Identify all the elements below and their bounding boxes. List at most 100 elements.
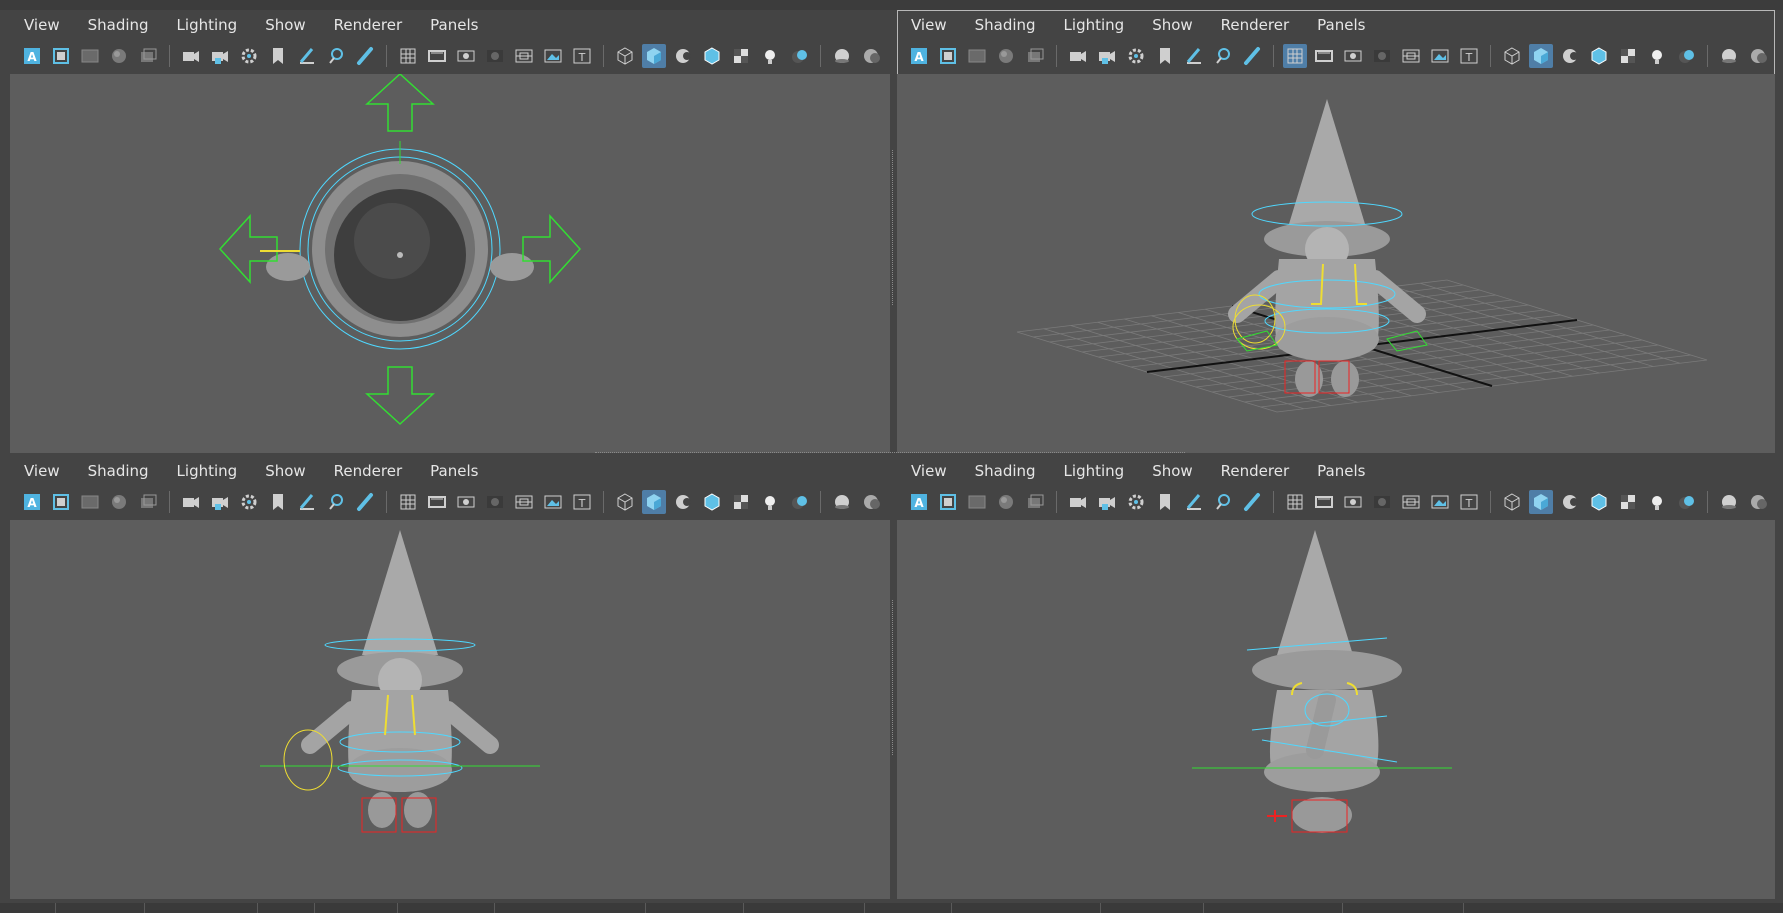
gate-mask-icon[interactable]: [483, 44, 507, 68]
bookmarks-icon[interactable]: [965, 44, 989, 68]
gate-mask-icon[interactable]: [1370, 490, 1394, 514]
shadows-icon[interactable]: [1645, 44, 1669, 68]
2d-pan-zoom-icon[interactable]: [1023, 490, 1047, 514]
grid-icon[interactable]: [396, 44, 420, 68]
safe-title-icon[interactable]: T: [570, 44, 594, 68]
viewport-top[interactable]: [10, 74, 890, 453]
menu-renderer[interactable]: Renderer: [334, 462, 402, 480]
camera-icon[interactable]: [1066, 44, 1090, 68]
pan-zoom-icon[interactable]: [324, 44, 348, 68]
wireframe-icon[interactable]: [613, 44, 637, 68]
scene-canvas[interactable]: [897, 520, 1775, 899]
xray-joints-icon[interactable]: [859, 490, 883, 514]
shadows-icon[interactable]: [758, 44, 782, 68]
camera-settings-icon[interactable]: [237, 490, 261, 514]
menu-show[interactable]: Show: [265, 16, 305, 34]
viewport-persp[interactable]: [897, 74, 1775, 453]
wireframe-icon[interactable]: [1500, 490, 1524, 514]
smooth-shade-icon[interactable]: [1529, 490, 1553, 514]
menu-panels[interactable]: Panels: [430, 462, 478, 480]
film-gate-icon[interactable]: [1312, 44, 1336, 68]
viewport-side[interactable]: [897, 520, 1775, 899]
xray-icon[interactable]: [830, 44, 854, 68]
select-camera-icon[interactable]: A: [907, 490, 931, 514]
pan-zoom-icon[interactable]: [1211, 44, 1235, 68]
2d-pan-zoom-icon[interactable]: [136, 490, 160, 514]
xray-joints-icon[interactable]: [1746, 44, 1770, 68]
camera-lock-icon[interactable]: [1095, 490, 1119, 514]
select-camera-icon[interactable]: A: [20, 44, 44, 68]
textured-icon[interactable]: [1587, 44, 1611, 68]
safe-action-icon[interactable]: [541, 44, 565, 68]
wireframe-on-shaded-icon[interactable]: [1558, 490, 1582, 514]
xray-icon[interactable]: [1717, 44, 1741, 68]
menu-panels[interactable]: Panels: [1317, 16, 1365, 34]
camera-icon[interactable]: [1066, 490, 1090, 514]
menu-renderer[interactable]: Renderer: [1221, 16, 1289, 34]
camera-settings-icon[interactable]: [1124, 44, 1148, 68]
safe-title-icon[interactable]: T: [570, 490, 594, 514]
camera-settings-icon[interactable]: [1124, 490, 1148, 514]
safe-action-icon[interactable]: [541, 490, 565, 514]
bookmark-icon[interactable]: [266, 490, 290, 514]
image-plane-icon[interactable]: [107, 490, 131, 514]
camera-lock-icon[interactable]: [1095, 44, 1119, 68]
bookmark-icon[interactable]: [266, 44, 290, 68]
wireframe-on-shaded-icon[interactable]: [671, 490, 695, 514]
camera-lock-icon[interactable]: [208, 44, 232, 68]
menu-panels[interactable]: Panels: [1317, 462, 1365, 480]
safe-action-icon[interactable]: [1428, 490, 1452, 514]
menu-view[interactable]: View: [24, 16, 60, 34]
shadows-icon[interactable]: [758, 490, 782, 514]
xray-joints-icon[interactable]: [859, 44, 883, 68]
paint-icon[interactable]: [1240, 490, 1264, 514]
wireframe-icon[interactable]: [613, 490, 637, 514]
bookmarks-icon[interactable]: [78, 490, 102, 514]
camera-attributes-icon[interactable]: [936, 490, 960, 514]
resolution-gate-icon[interactable]: [454, 490, 478, 514]
wireframe-on-shaded-icon[interactable]: [1558, 44, 1582, 68]
ambient-occlusion-icon[interactable]: [787, 490, 811, 514]
menu-lighting[interactable]: Lighting: [177, 16, 238, 34]
horizontal-pane-splitter[interactable]: [595, 452, 1185, 455]
bookmark-icon[interactable]: [1153, 44, 1177, 68]
ambient-occlusion-icon[interactable]: [787, 44, 811, 68]
menu-lighting[interactable]: Lighting: [1064, 462, 1125, 480]
use-all-lights-icon[interactable]: [1616, 490, 1640, 514]
menu-lighting[interactable]: Lighting: [1064, 16, 1125, 34]
grease-pencil-icon[interactable]: [295, 44, 319, 68]
gate-mask-icon[interactable]: [483, 490, 507, 514]
viewport-panel-top[interactable]: View Shading Lighting Show Renderer Panels A T: [10, 10, 890, 453]
xray-icon[interactable]: [830, 490, 854, 514]
scene-canvas[interactable]: [10, 74, 890, 453]
2d-pan-zoom-icon[interactable]: [136, 44, 160, 68]
paint-icon[interactable]: [1240, 44, 1264, 68]
field-chart-icon[interactable]: [512, 44, 536, 68]
grease-pencil-icon[interactable]: [1182, 44, 1206, 68]
menu-shading[interactable]: Shading: [975, 16, 1036, 34]
field-chart-icon[interactable]: [512, 490, 536, 514]
wireframe-on-shaded-icon[interactable]: [671, 44, 695, 68]
camera-icon[interactable]: [179, 44, 203, 68]
grease-pencil-icon[interactable]: [295, 490, 319, 514]
bookmark-icon[interactable]: [1153, 490, 1177, 514]
camera-settings-icon[interactable]: [237, 44, 261, 68]
safe-title-icon[interactable]: T: [1457, 44, 1481, 68]
scene-canvas[interactable]: [897, 74, 1775, 453]
grid-icon[interactable]: [1283, 44, 1307, 68]
camera-attributes-icon[interactable]: [49, 44, 73, 68]
use-all-lights-icon[interactable]: [1616, 44, 1640, 68]
image-plane-icon[interactable]: [994, 490, 1018, 514]
camera-attributes-icon[interactable]: [49, 490, 73, 514]
viewport-panel-front[interactable]: View Shading Lighting Show Renderer Panels A T: [10, 456, 890, 899]
resolution-gate-icon[interactable]: [1341, 44, 1365, 68]
smooth-shade-icon[interactable]: [642, 44, 666, 68]
grease-pencil-icon[interactable]: [1182, 490, 1206, 514]
menu-view[interactable]: View: [911, 462, 947, 480]
camera-icon[interactable]: [179, 490, 203, 514]
menu-show[interactable]: Show: [265, 462, 305, 480]
textured-icon[interactable]: [700, 44, 724, 68]
use-all-lights-icon[interactable]: [729, 490, 753, 514]
vertical-pane-splitter-bottom[interactable]: [892, 600, 895, 755]
smooth-shade-icon[interactable]: [642, 490, 666, 514]
